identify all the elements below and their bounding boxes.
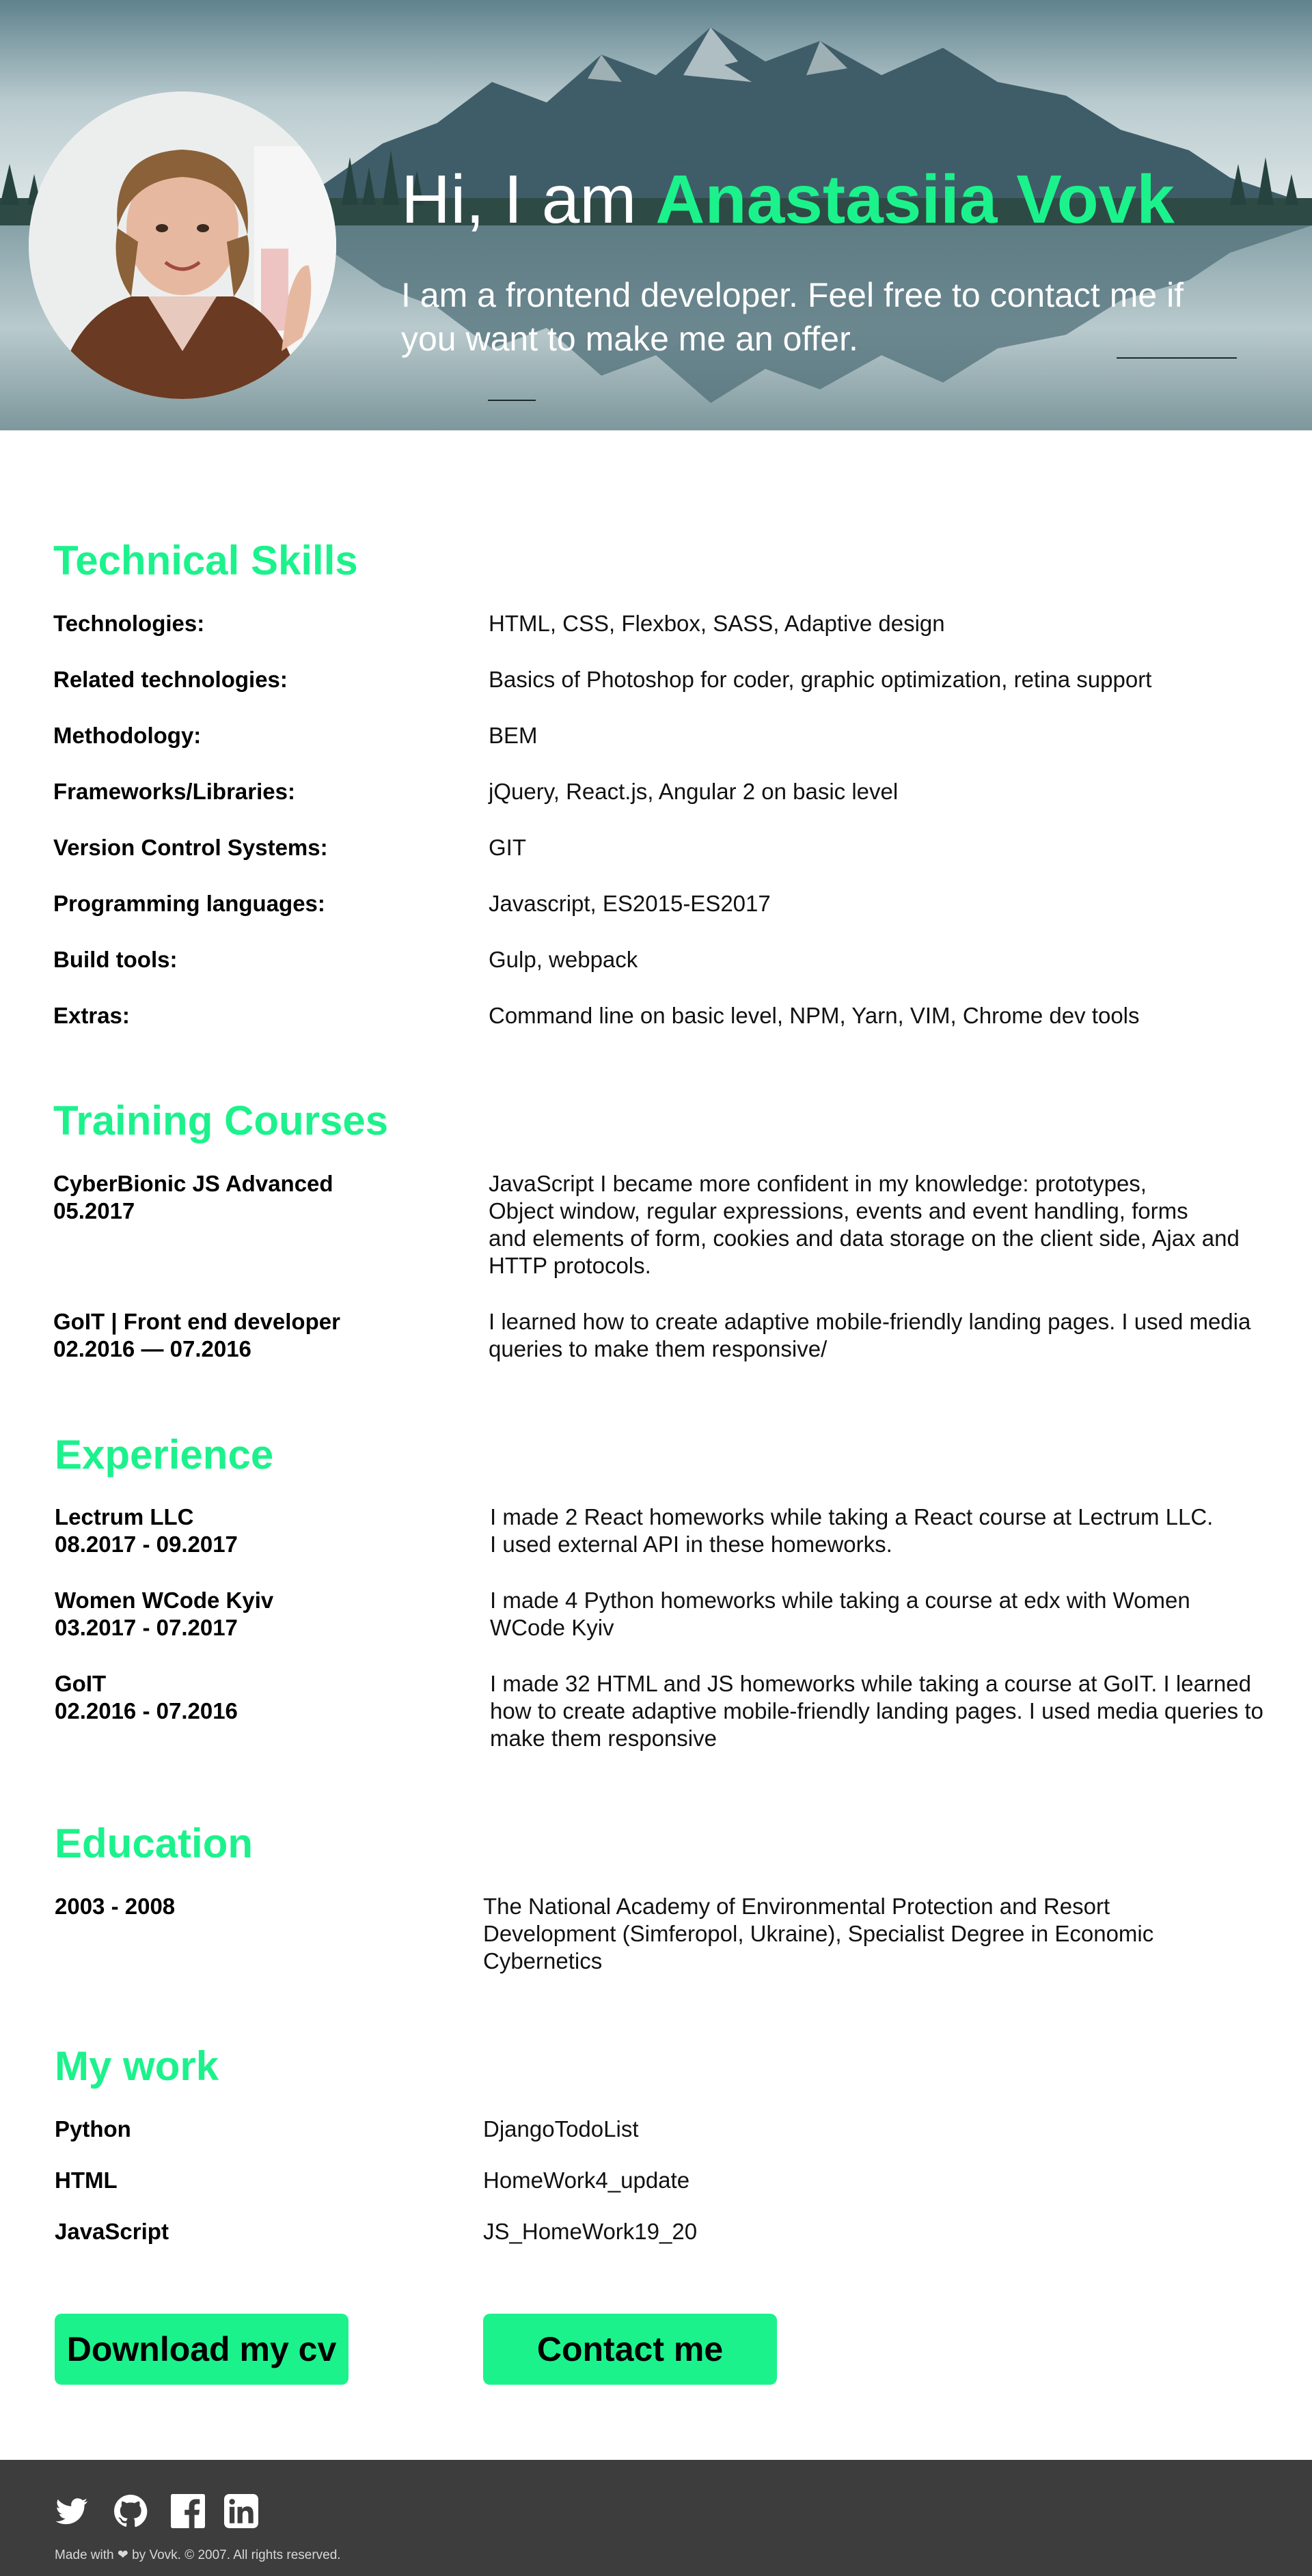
hero-heading: Hi, I am Anastasiia Vovk	[401, 158, 1175, 240]
course-name: CyberBionic JS Advanced	[53, 1171, 333, 1196]
skill-label: Version Control Systems:	[53, 835, 328, 860]
skill-label: Related technologies:	[53, 667, 288, 692]
experience-description-line: I made 4 Python homeworks while taking a…	[490, 1588, 1190, 1613]
skill-label: Extras:	[53, 1003, 130, 1028]
work-language: JavaScript	[55, 2219, 169, 2244]
work-link-homework4-update[interactable]: HomeWork4_update	[483, 2167, 689, 2194]
contact-me-button[interactable]: Contact me	[483, 2314, 777, 2385]
hero-banner: Hi, I am Anastasiia Vovk I am a frontend…	[0, 0, 1312, 430]
skill-value: Basics of Photoshop for coder, graphic o…	[489, 667, 1152, 692]
course-date: 02.2016 — 07.2016	[53, 1336, 251, 1361]
experience-description-line: I used external API in these homeworks.	[490, 1532, 892, 1557]
work-language: Python	[55, 2116, 131, 2142]
hero-name: Anastasiia Vovk	[655, 161, 1175, 238]
skill-label: Build tools:	[53, 947, 178, 972]
hero-subtitle: I am a frontend developer. Feel free to …	[401, 276, 1184, 358]
avatar	[29, 92, 336, 399]
skill-value: GIT	[489, 835, 526, 860]
skill-value: HTML, CSS, Flexbox, SASS, Adaptive desig…	[489, 611, 945, 636]
heart-icon: ❤	[117, 2548, 128, 2562]
course-description-line: queries to make them responsive/	[489, 1336, 828, 1361]
section-title-experience: Experience	[55, 1432, 274, 1478]
experience-date: 03.2017 - 07.2017	[55, 1615, 238, 1640]
decorative-line	[1117, 357, 1237, 359]
skill-value: Command line on basic level, NPM, Yarn, …	[489, 1003, 1140, 1028]
skill-label: Programming languages:	[53, 891, 325, 916]
skill-label: Methodology:	[53, 723, 202, 748]
copyright-rest: by Vovk. © 2007. All rights reserved.	[132, 2548, 341, 2562]
profile-photo	[29, 92, 336, 399]
section-title-education: Education	[55, 1820, 254, 1866]
github-icon[interactable]	[113, 2494, 148, 2528]
work-link-djangotodolist[interactable]: DjangoTodoList	[483, 2116, 639, 2143]
linkedin-icon[interactable]	[224, 2494, 258, 2528]
experience-description-line: I made 32 HTML and JS homeworks while ta…	[490, 1671, 1251, 1696]
twitter-icon[interactable]	[55, 2494, 89, 2528]
course-description-line: Object window, regular expressions, even…	[489, 1198, 1188, 1223]
education-years: 2003 - 2008	[55, 1894, 176, 1919]
skill-label: Frameworks/Libraries:	[53, 779, 295, 804]
skill-value: jQuery, React.js, Angular 2 on basic lev…	[489, 779, 899, 804]
work-language: HTML	[55, 2168, 118, 2193]
experience-description-line: WCode Kyiv	[490, 1615, 614, 1640]
skill-label: Technologies:	[53, 611, 205, 636]
experience-date: 02.2016 - 07.2016	[55, 1698, 238, 1723]
facebook-icon[interactable]	[171, 2494, 205, 2528]
skill-value: Gulp, webpack	[489, 947, 638, 972]
company-name: GoIT	[55, 1671, 107, 1696]
skill-value: Javascript, ES2015-ES2017	[489, 891, 771, 916]
experience-description-line: I made 2 React homeworks while taking a …	[490, 1504, 1214, 1529]
copyright-text: Made with ❤ by Vovk. © 2007. All rights …	[55, 2547, 341, 2564]
course-description-line: JavaScript I became more confident in my…	[489, 1171, 1147, 1196]
course-description-line: HTTP protocols.	[489, 1253, 651, 1278]
course-description-line: and elements of form, cookies and data s…	[489, 1225, 1240, 1251]
hero-greeting: Hi, I am	[401, 161, 637, 238]
course-description-line: I learned how to create adaptive mobile-…	[489, 1309, 1251, 1334]
experience-description-line: make them responsive	[490, 1726, 717, 1751]
skill-value: BEM	[489, 723, 538, 748]
decorative-line	[488, 400, 536, 401]
education-description-line: Development (Simferopol, Ukraine), Speci…	[483, 1921, 1154, 1946]
section-title-my-work: My work	[55, 2043, 219, 2089]
download-cv-button[interactable]: Download my cv	[55, 2314, 348, 2385]
section-title-training-courses: Training Courses	[53, 1098, 389, 1144]
course-date: 05.2017	[53, 1198, 135, 1223]
made-with-text: Made with	[55, 2548, 114, 2562]
education-description-line: Cybernetics	[483, 1948, 603, 1973]
experience-description-line: how to create adaptive mobile-friendly l…	[490, 1698, 1263, 1723]
section-title-technical-skills: Technical Skills	[53, 538, 358, 583]
company-name: Lectrum LLC	[55, 1504, 194, 1529]
work-link-js-homework19-20[interactable]: JS_HomeWork19_20	[483, 2218, 697, 2245]
company-name: Women WCode Kyiv	[55, 1588, 274, 1613]
course-name: GoIT | Front end developer	[53, 1309, 340, 1334]
education-description-line: The National Academy of Environmental Pr…	[483, 1894, 1110, 1919]
experience-date: 08.2017 - 09.2017	[55, 1532, 238, 1557]
